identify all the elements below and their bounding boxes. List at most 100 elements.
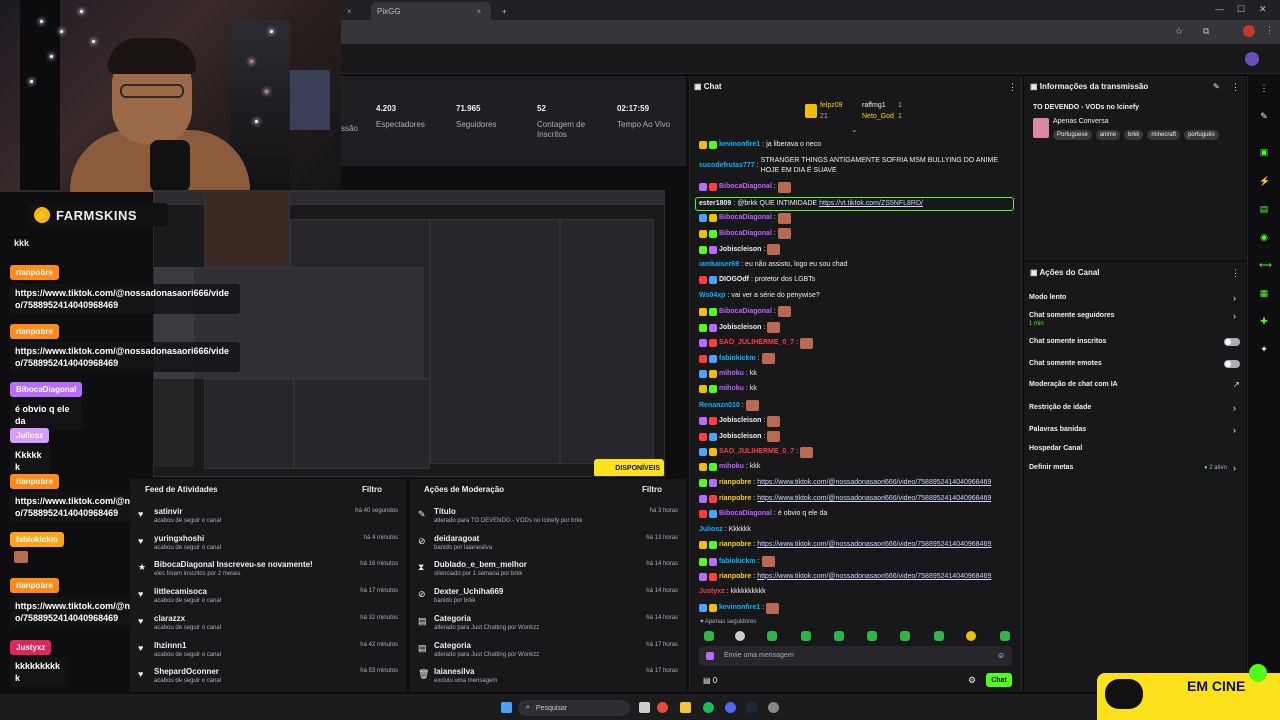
chat-link[interactable]: https://vt.tiktok.com/ZS5NFL8RD/ <box>819 199 923 209</box>
moderation-filter-button[interactable]: Filtro <box>642 485 662 494</box>
activity-row[interactable]: ♥ littlecamisoca acabou de seguir o canal h… <box>136 587 402 611</box>
discord-icon[interactable] <box>725 702 736 713</box>
chat-username[interactable]: mihoku <box>719 369 744 379</box>
moderation-row[interactable]: ⊘ deidaragoat banido por laianesilva há 13 … <box>416 534 682 558</box>
chat-message[interactable]: DIOGOdf: protetor dos LGBTs <box>699 275 1015 285</box>
chat-username[interactable]: rianpobre <box>719 478 751 488</box>
chat-username[interactable]: BibocaDiagonal <box>719 229 772 239</box>
browser-tab-pixgg[interactable]: PixGG × <box>371 2 491 20</box>
close-tab-icon[interactable]: × <box>347 7 352 16</box>
channel-action-label[interactable]: Chat somente seguidores <box>1029 312 1115 319</box>
chat-message[interactable]: rianpobre: https://www.tiktok.com/@nossad… <box>699 540 1015 550</box>
tag[interactable]: anime <box>1095 130 1121 140</box>
rail-icon[interactable]: ◉ <box>1259 232 1269 242</box>
chat-username[interactable]: BibocaDiagonal <box>719 307 772 317</box>
tag[interactable]: português <box>1184 130 1219 140</box>
toggle-switch[interactable] <box>1224 360 1240 368</box>
chat-username[interactable]: Juliosz <box>699 525 723 535</box>
quick-emote-icon[interactable] <box>801 631 811 641</box>
rail-icon[interactable]: ⟷ <box>1259 260 1272 270</box>
rail-icon[interactable]: ▦ <box>1259 288 1269 298</box>
channel-action-label[interactable]: Palavras banidas <box>1029 426 1086 433</box>
chat-message[interactable]: mihoku: kk <box>699 369 1015 379</box>
rail-icon[interactable]: ✚ <box>1259 316 1269 326</box>
external-link-icon[interactable]: ↗ <box>1233 380 1240 389</box>
moderation-row[interactable]: ▤ Categoria alterado para Just Chatting po… <box>416 641 682 665</box>
chat-username[interactable]: fabiokickm <box>719 557 756 567</box>
chevron-right-icon[interactable]: › <box>1233 293 1236 303</box>
taskview-icon[interactable] <box>639 702 650 713</box>
tag[interactable]: Portuguese <box>1053 130 1092 140</box>
chat-username[interactable]: rianpobre <box>719 572 751 582</box>
explorer-icon[interactable] <box>680 702 691 713</box>
close-window-icon[interactable]: ✕ <box>1259 4 1267 15</box>
chat-username[interactable]: mihoku <box>719 384 744 394</box>
emote-picker-icon[interactable] <box>706 652 714 660</box>
chat-username[interactable]: sucodefrutas777 <box>699 161 755 171</box>
channel-action-label[interactable]: Restrição de idade <box>1029 404 1091 411</box>
actions-menu-icon[interactable]: ⋮ <box>1231 268 1240 279</box>
new-tab-button[interactable]: + <box>496 2 513 20</box>
chat-link[interactable]: https://www.tiktok.com/@nossadonasaori66… <box>757 494 991 504</box>
chat-message[interactable]: BibocaDiagonal: <box>699 228 1015 240</box>
moderation-row[interactable]: ⧗ Dublado_e_bem_melhor silenciado por 1 se… <box>416 560 682 584</box>
chat-username[interactable]: BibocaDiagonal <box>719 213 772 223</box>
rail-icon[interactable]: ✦ <box>1259 344 1269 354</box>
chat-username[interactable]: Justyxz <box>699 587 725 597</box>
moderation-row[interactable]: ▤ Categoria alterado para Just Chatting po… <box>416 614 682 638</box>
rail-icon[interactable]: ⚡ <box>1259 176 1270 186</box>
chat-message[interactable]: BibocaDiagonal: <box>699 181 1015 193</box>
chat-username[interactable]: Renanzn010 <box>699 401 740 411</box>
maximize-icon[interactable]: ☐ <box>1237 4 1245 15</box>
chevron-right-icon[interactable]: › <box>1233 311 1236 321</box>
activity-row[interactable]: ★ BibocaDiagonal Inscreveu-se novamente! e… <box>136 560 402 584</box>
chat-message[interactable]: Jobiscleison: <box>699 322 1015 333</box>
quick-emote-icon[interactable] <box>735 631 745 641</box>
chevron-right-icon[interactable]: › <box>1233 463 1236 473</box>
quick-emote-icon[interactable] <box>900 631 910 641</box>
chat-message[interactable]: Jobiscleison: <box>699 431 1015 443</box>
activity-row[interactable]: ♥ satinvir acabou de seguir o canal há 40 s… <box>136 507 402 531</box>
info-menu-icon[interactable]: ⋮ <box>1231 82 1240 93</box>
chat-username[interactable]: fabiokickm <box>719 354 756 364</box>
activity-row[interactable]: ♥ lhzinnn1 acabou de seguir o canal há 42 m… <box>136 641 402 665</box>
chat-message[interactable]: rianpobre: https://www.tiktok.com/@nossad… <box>699 478 1015 488</box>
rail-icon[interactable]: ▤ <box>1259 204 1269 214</box>
chat-message[interactable]: SAO_JULIHERME_0_7: <box>699 446 1015 458</box>
chat-username[interactable]: Jobiscleison <box>719 323 761 333</box>
channel-action-label[interactable]: Definir metas <box>1029 464 1073 471</box>
quick-emote-icon[interactable] <box>934 631 944 641</box>
rail-icon[interactable]: ▣ <box>1259 147 1269 157</box>
chat-message[interactable]: kevinonfire1: <box>699 602 1015 614</box>
chat-message[interactable]: Jobiscleison: <box>699 244 1015 255</box>
quick-emote-icon[interactable] <box>867 631 877 641</box>
quick-emote-icon[interactable] <box>767 631 777 641</box>
chat-username[interactable]: SAO_JULIHERME_0_7 <box>719 338 794 348</box>
chat-link[interactable]: https://www.tiktok.com/@nossadonasaori66… <box>757 478 991 488</box>
chat-menu-icon[interactable]: ⋮ <box>1008 82 1017 93</box>
channel-action-label[interactable]: Moderação de chat com IA <box>1029 381 1118 388</box>
rail-icon[interactable]: ✎ <box>1259 111 1269 121</box>
chat-username[interactable]: BibocaDiagonal <box>719 509 772 519</box>
chat-message[interactable]: ester1809: @brkk QUE INTIMIDADE https://vt… <box>695 197 1014 212</box>
channel-action-label[interactable]: Hospedar Canal <box>1029 445 1082 452</box>
channel-action-label[interactable]: Chat somente emotes <box>1029 360 1102 367</box>
bookmark-star-icon[interactable]: ☆ <box>1175 26 1183 37</box>
chat-link[interactable]: https://www.tiktok.com/@nossadonasaori66… <box>757 540 991 550</box>
chat-message[interactable]: Jobiscleison: <box>699 415 1015 427</box>
moderation-row[interactable]: ✎ Título alterado para TO DEVENDO - VODs n… <box>416 507 682 531</box>
chat-username[interactable]: ester1809 <box>699 199 731 209</box>
moderation-row[interactable]: 🗑 laianesilva excluiu uma mensagem há 17 ho… <box>416 667 682 691</box>
chat-username[interactable]: kevinonfire1 <box>719 140 760 150</box>
chat-username[interactable]: kevinonfire1 <box>719 603 760 613</box>
chat-message[interactable]: sucodefrutas777: STRANGER THINGS ANTIGAME… <box>699 156 1015 176</box>
spotify-icon[interactable] <box>703 702 714 713</box>
chat-message[interactable]: BibocaDiagonal: <box>699 212 1015 224</box>
extensions-icon[interactable]: ⧉ <box>1203 26 1209 37</box>
chat-username[interactable]: BibocaDiagonal <box>719 182 772 192</box>
chat-username[interactable]: rianpobre <box>719 494 751 504</box>
tag[interactable]: minecraft <box>1147 130 1181 140</box>
chat-username[interactable]: Jobiscleison <box>719 432 761 442</box>
smiley-icon[interactable]: ☺ <box>997 651 1005 660</box>
obs-icon[interactable] <box>768 702 779 713</box>
